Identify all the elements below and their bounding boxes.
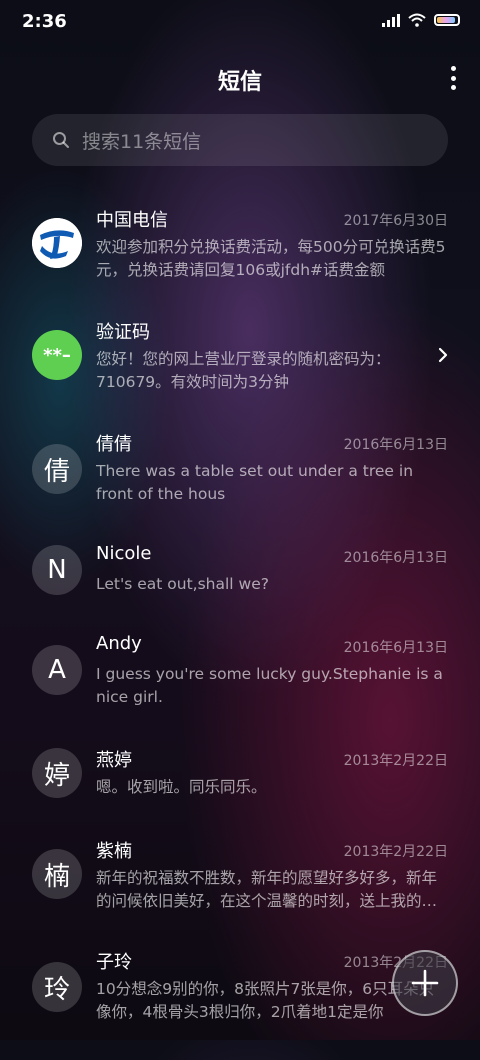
- message-preview: 您好！您的网上营业厅登录的随机密码为：710679。有效时间为3分钟: [96, 350, 391, 391]
- message-date: 2016年6月13日: [343, 437, 448, 453]
- china-telecom-logo-icon: [32, 218, 82, 268]
- contact-name: 倩倩: [96, 434, 132, 455]
- message-date: 2016年6月13日: [343, 640, 448, 656]
- status-bar: 2:36: [0, 0, 480, 42]
- message-preview: Let's eat out,shall we?: [96, 575, 269, 593]
- contact-name: 中国电信: [96, 210, 168, 231]
- plus-icon: [411, 969, 439, 997]
- message-date: 2013年2月22日: [343, 844, 448, 860]
- message-preview: 欢迎参加积分兑换话费活动，每500分可兑换话费5元，兑换话费请回复106或jfd…: [96, 238, 446, 279]
- conversation-item[interactable]: A Andy 2016年6月13日 I guess you're some lu…: [0, 633, 480, 745]
- avatar: 玲: [32, 962, 82, 1012]
- avatar: 婷: [32, 748, 82, 798]
- wifi-icon: [408, 13, 426, 27]
- search-bar[interactable]: 搜索11条短信: [32, 114, 448, 166]
- contact-name: Nicole: [96, 543, 152, 564]
- conversation-item[interactable]: 楠 紫楠 2013年2月22日 新年的祝福数不胜数，新年的愿望好多好多，新年的问…: [0, 837, 480, 949]
- contact-name: 子玲: [96, 952, 132, 973]
- search-placeholder: 搜索11条短信: [82, 130, 202, 153]
- message-date: 2016年6月13日: [343, 550, 448, 566]
- conversation-item[interactable]: 中国电信 2017年6月30日 欢迎参加积分兑换话费活动，每500分可兑换话费5…: [0, 206, 480, 318]
- message-preview: There was a table set out under a tree i…: [96, 462, 414, 503]
- conversation-item[interactable]: **– 验证码 您好！您的网上营业厅登录的随机密码为：710679。有效时间为3…: [0, 318, 480, 430]
- message-date: 2017年6月30日: [343, 213, 448, 229]
- contact-name: Andy: [96, 633, 142, 654]
- chevron-right-icon[interactable]: [438, 347, 448, 363]
- avatar: **–: [32, 330, 82, 380]
- battery-icon: [434, 14, 460, 26]
- contact-name: 燕婷: [96, 750, 132, 771]
- contact-name: 验证码: [96, 322, 150, 343]
- avatar: A: [32, 645, 82, 695]
- message-preview: 嗯。收到啦。同乐同乐。: [96, 778, 267, 796]
- avatar: 楠: [32, 849, 82, 899]
- conversation-item[interactable]: 倩 倩倩 2016年6月13日 There was a table set ou…: [0, 430, 480, 542]
- status-icons: [382, 13, 460, 27]
- page-title: 短信: [217, 70, 262, 95]
- new-message-button[interactable]: [392, 950, 458, 1016]
- signal-icon: [382, 13, 400, 27]
- message-date: 2013年2月22日: [343, 753, 448, 769]
- more-options-icon[interactable]: [448, 66, 458, 90]
- avatar: 倩: [32, 444, 82, 494]
- status-time: 2:36: [22, 11, 67, 32]
- message-preview: I guess you're some lucky guy.Stephanie …: [96, 665, 443, 706]
- search-icon: [53, 132, 69, 148]
- contact-name: 紫楠: [96, 841, 132, 862]
- message-preview: 新年的祝福数不胜数，新年的愿望好多好多，新年的问候依旧美好，在这个温馨的时刻，送…: [96, 869, 438, 910]
- avatar: N: [32, 545, 82, 595]
